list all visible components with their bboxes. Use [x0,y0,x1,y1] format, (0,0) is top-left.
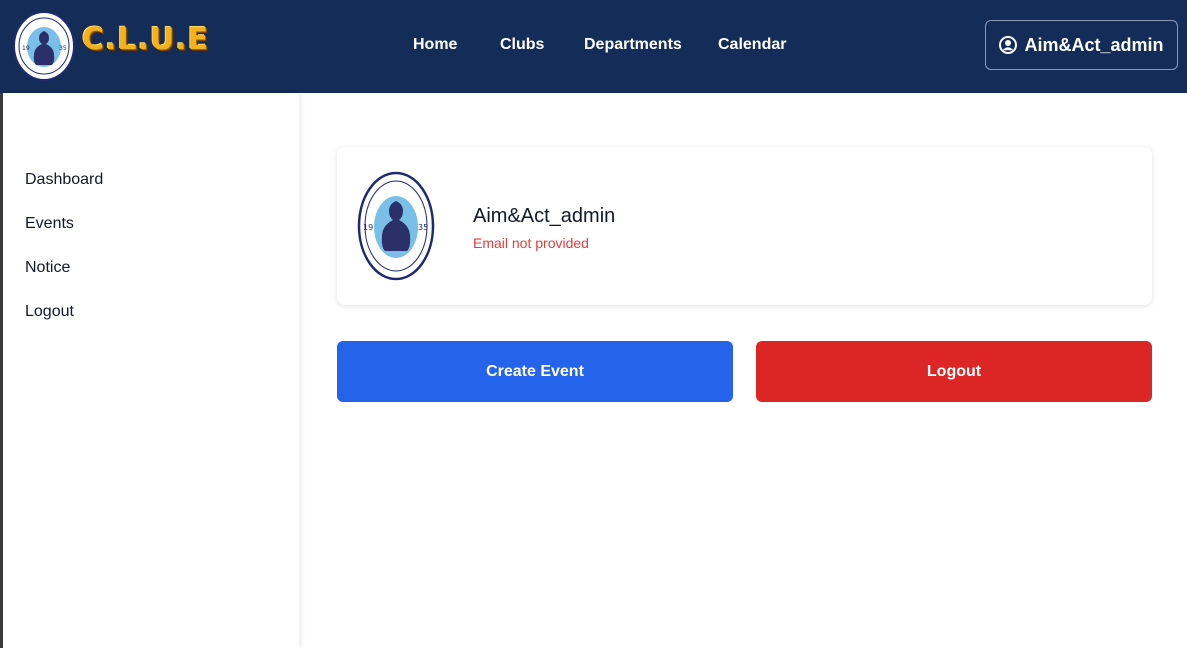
nav-link-clubs[interactable]: Clubs [500,36,544,54]
nav-link-departments[interactable]: Departments [584,36,682,54]
nav-link-calendar[interactable]: Calendar [718,36,786,54]
sidebar-item-dashboard[interactable]: Dashboard [25,171,103,189]
svg-text:19: 19 [22,45,30,52]
profile-email: Email not provided [473,235,589,251]
user-account-label: Aim&Act_admin [1024,34,1164,55]
svg-text:35: 35 [59,45,67,52]
user-account-button[interactable]: Aim&Act_admin [985,20,1178,70]
svg-text:35: 35 [418,223,428,232]
user-circle-icon [999,36,1018,54]
profile-username: Aim&Act_admin [473,205,616,227]
svg-text:19: 19 [363,223,373,232]
logout-button[interactable]: Logout [756,341,1152,402]
brand-logo-text[interactable]: C.L.U.E [82,22,209,57]
sidebar-item-notice[interactable]: Notice [25,259,70,277]
sidebar: Dashboard Events Notice Logout [3,93,299,648]
nav-link-home[interactable]: Home [413,36,457,54]
profile-avatar-seal: 19 35 [357,171,435,281]
profile-card: 19 35 Aim&Act_admin Email not provided [337,147,1152,305]
top-navbar: 19 35 C.L.U.E Home Clubs Departments Cal… [0,0,1187,93]
sidebar-item-logout[interactable]: Logout [25,303,74,321]
university-seal-logo[interactable]: 19 35 [13,11,75,81]
sidebar-item-events[interactable]: Events [25,215,74,233]
create-event-button[interactable]: Create Event [337,341,733,402]
